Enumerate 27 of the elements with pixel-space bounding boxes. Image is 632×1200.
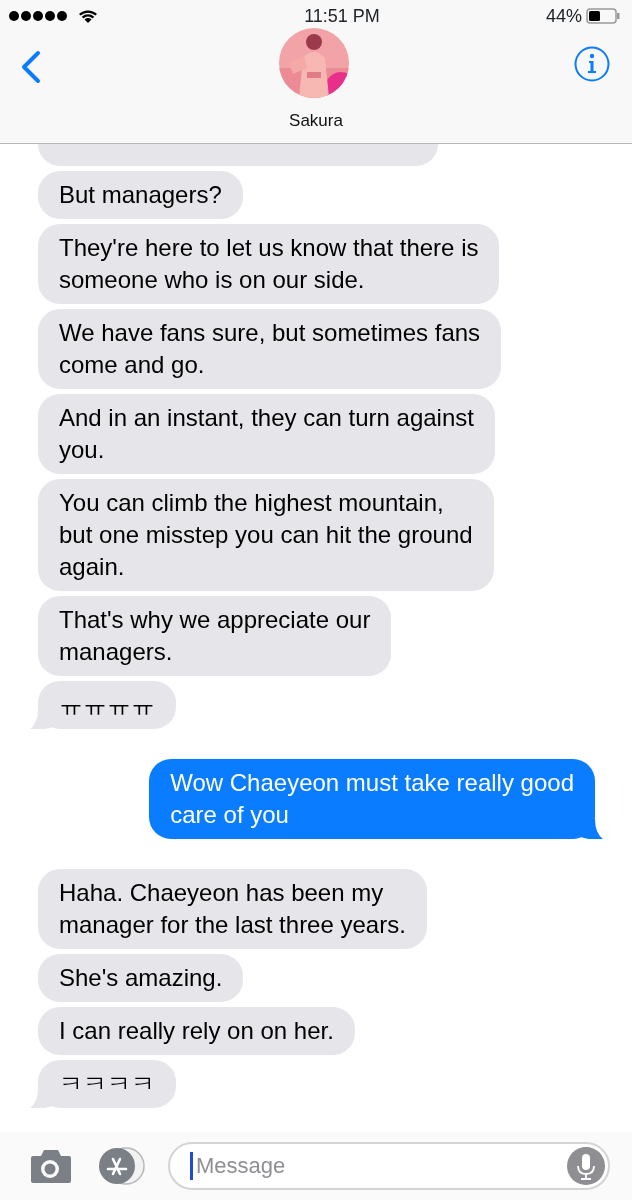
camera-button[interactable] [30,1148,72,1184]
message-bubble: But managers? [38,171,243,219]
message-bubble: Haha. Chaeyeon has been my manager for the last three years. [38,869,427,949]
info-icon [574,46,610,82]
message-bubble: She's amazing. [38,954,244,1002]
message-bubble: You can climb the highest mountain, but one misstep you can hit the ground again. [38,479,494,591]
battery-percent: 44% [545,4,582,28]
message-bubble: We have fans sure, but sometimes fans come and go. [38,309,502,389]
signal-icon [8,10,70,22]
microphone-button[interactable] [567,1147,605,1185]
app-store-icon [96,1147,146,1185]
message-field[interactable]: Message [168,1142,610,1190]
info-button[interactable] [574,46,610,82]
wifi-icon [78,9,98,23]
contact-name[interactable]: Sakura [0,108,632,134]
message-bubble: I can really rely on on her. [38,1007,355,1055]
message-bubble: That's why we appreciate our managers. [38,596,392,676]
camera-icon [30,1148,72,1184]
microphone-icon [567,1147,605,1185]
back-chevron-icon [20,50,42,84]
message-bubble: They're here to let us know that there is someone who is on our side. [38,224,500,304]
status-time: 11:51 PM [304,4,380,28]
battery-icon [586,8,620,24]
apps-button[interactable] [96,1147,146,1185]
back-button[interactable] [20,50,42,84]
text-cursor [190,1152,193,1180]
message-bubble: And in an instant, they can turn against you. [38,394,495,474]
